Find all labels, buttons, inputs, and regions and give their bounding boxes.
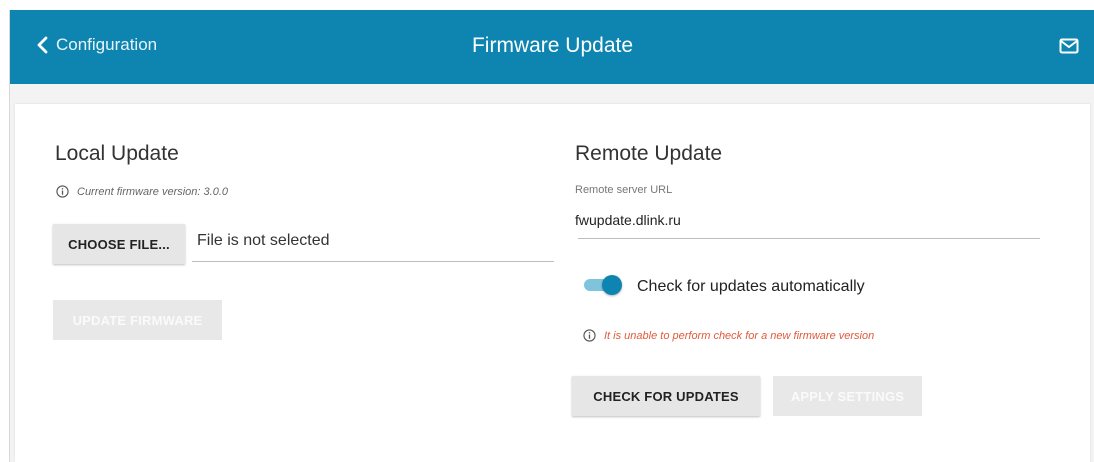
file-underline bbox=[192, 261, 554, 262]
content-panel: Local Update Current firmware version: 3… bbox=[15, 104, 1090, 462]
mail-icon[interactable] bbox=[1059, 38, 1079, 54]
url-underline bbox=[578, 238, 1040, 239]
check-error-message: It is unable to perform check for a new … bbox=[583, 329, 874, 342]
info-icon bbox=[56, 185, 69, 198]
update-firmware-button[interactable]: UPDATE FIRMWARE bbox=[53, 300, 222, 340]
apply-settings-button[interactable]: APPLY SETTINGS bbox=[773, 376, 922, 416]
choose-file-button[interactable]: CHOOSE FILE... bbox=[53, 224, 185, 264]
app-frame: Configuration Firmware Update Local Upda… bbox=[9, 10, 1094, 462]
url-field-label: Remote server URL bbox=[575, 184, 673, 196]
local-update-title: Local Update bbox=[55, 142, 179, 165]
remote-update-title: Remote Update bbox=[575, 142, 723, 165]
url-field[interactable]: fwupdate.dlink.ru bbox=[575, 212, 681, 228]
firmware-version-info: Current firmware version: 3.0.0 bbox=[56, 185, 228, 198]
check-for-updates-button[interactable]: CHECK FOR UPDATES bbox=[572, 376, 760, 416]
toggle-knob bbox=[602, 275, 622, 295]
version-text: Current firmware version: 3.0.0 bbox=[77, 185, 228, 198]
info-icon bbox=[583, 329, 596, 342]
top-bar: Configuration Firmware Update bbox=[10, 10, 1094, 84]
auto-check-toggle[interactable] bbox=[584, 275, 622, 295]
file-status: File is not selected bbox=[197, 232, 330, 249]
page-title: Firmware Update bbox=[471, 34, 634, 57]
error-text: It is unable to perform check for a new … bbox=[604, 329, 875, 342]
auto-check-label: Check for updates automatically bbox=[637, 278, 865, 295]
